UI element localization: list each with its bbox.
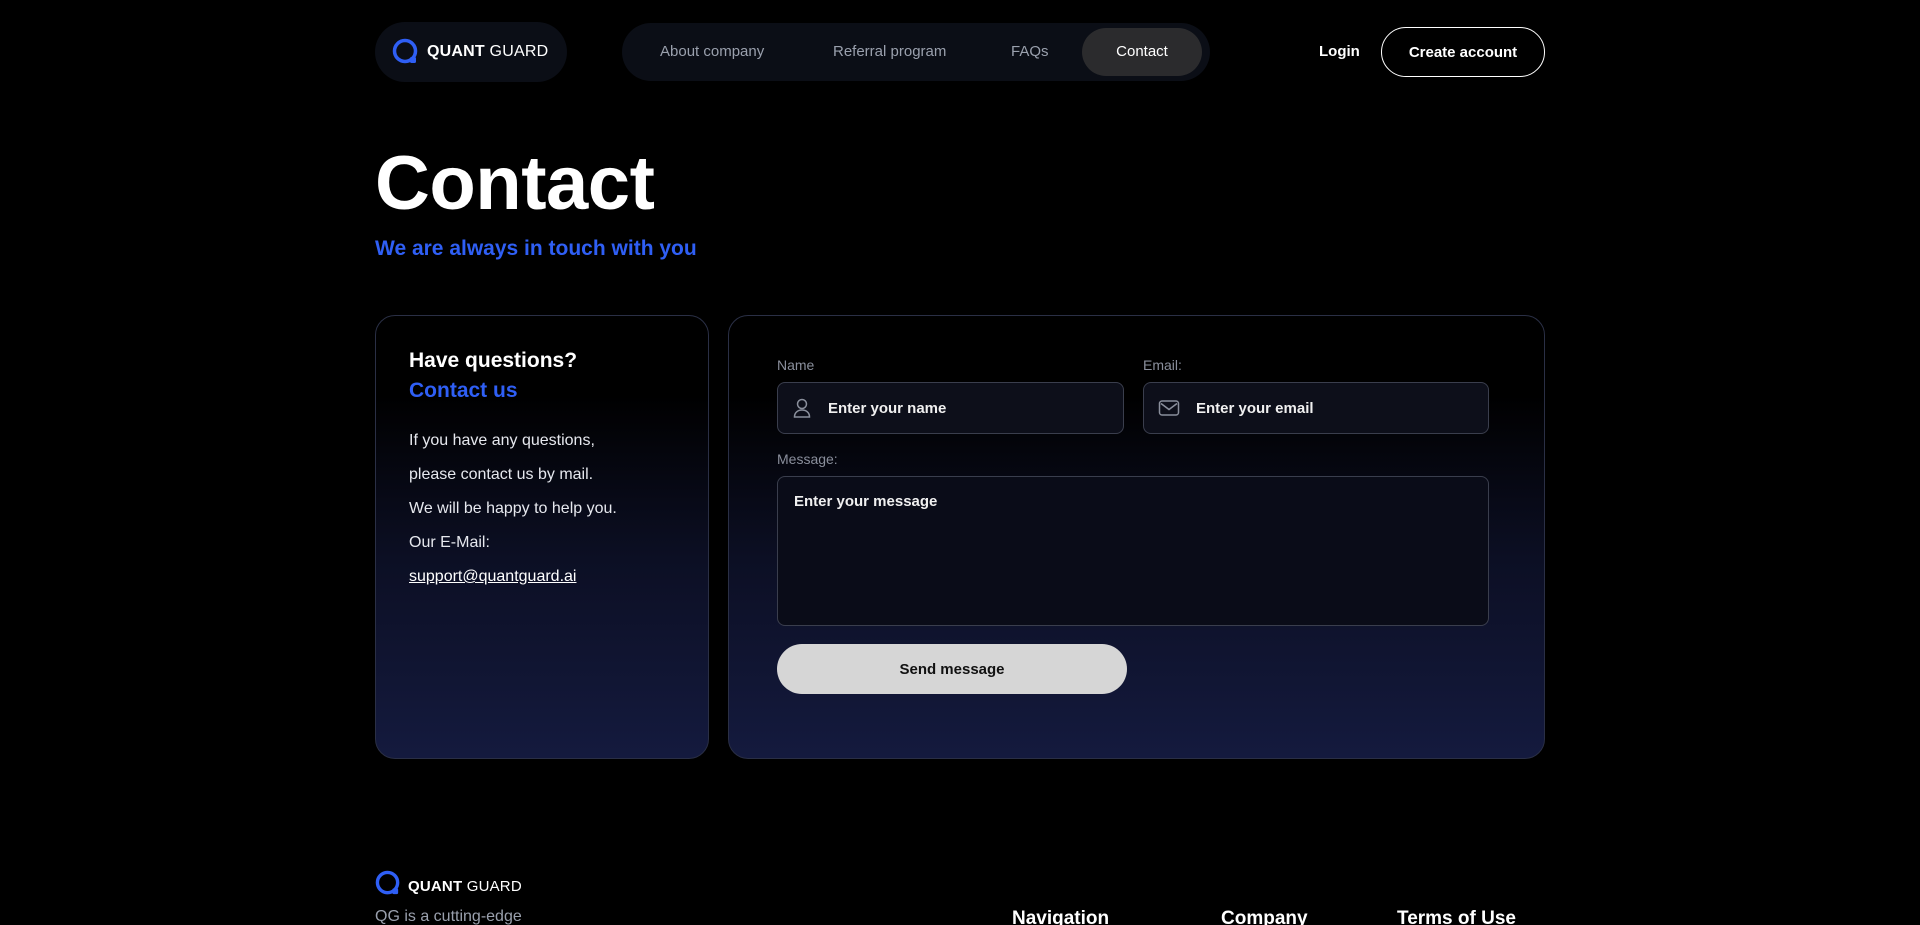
info-card-title: Have questions?: [409, 349, 578, 372]
nav-about-company[interactable]: About company: [660, 23, 764, 81]
name-input[interactable]: [828, 399, 1088, 417]
page-title: Contact: [375, 141, 655, 226]
site-header: QUANT GUARD About company Referral progr…: [375, 22, 1545, 82]
mail-icon: [1158, 399, 1180, 417]
footer-logo[interactable]: QUANT GUARD: [375, 870, 522, 902]
info-card-text: If you have any questions, please contac…: [409, 424, 617, 594]
footer-description: QG is a cutting-edge: [375, 908, 522, 925]
footer-heading-navigation: Navigation: [1012, 908, 1110, 925]
footer-logo-text: QUANT GUARD: [408, 877, 522, 895]
name-label: Name: [777, 357, 815, 373]
email-label: Email:: [1143, 357, 1182, 373]
message-label: Message:: [777, 451, 838, 467]
nav-contact[interactable]: Contact: [1082, 28, 1202, 76]
login-link[interactable]: Login: [1319, 22, 1360, 82]
quantguard-logo-icon: [375, 870, 402, 902]
info-line: If you have any questions,: [409, 432, 595, 449]
email-input[interactable]: [1196, 399, 1456, 417]
quantguard-logo-icon: [392, 38, 420, 66]
info-line: Our E-Mail:: [409, 534, 490, 551]
message-textarea[interactable]: [778, 477, 1488, 625]
create-account-button[interactable]: Create account: [1381, 27, 1545, 77]
email-field-wrapper: [1143, 382, 1489, 434]
footer-heading-terms: Terms of Use: [1397, 908, 1516, 925]
info-line: We will be happy to help you.: [409, 500, 617, 517]
footer-heading-company: Company: [1221, 908, 1308, 925]
contact-info-card: Have questions? Contact us If you have a…: [375, 315, 709, 759]
message-field-wrapper: [777, 476, 1489, 626]
info-card-subtitle: Contact us: [409, 379, 518, 402]
info-line: please contact us by mail.: [409, 466, 594, 483]
logo-text: QUANT GUARD: [427, 43, 549, 60]
contact-form-card: Name Email: Message: Send message: [728, 315, 1545, 759]
support-email-link[interactable]: support@quantguard.ai: [409, 568, 576, 585]
logo-link[interactable]: QUANT GUARD: [375, 22, 567, 82]
page-subtitle: We are always in touch with you: [375, 237, 697, 260]
nav-faqs[interactable]: FAQs: [1011, 23, 1049, 81]
user-icon: [792, 397, 812, 419]
send-message-button[interactable]: Send message: [777, 644, 1127, 694]
name-field-wrapper: [777, 382, 1124, 434]
main-nav: About company Referral program FAQs Cont…: [622, 23, 1210, 81]
nav-referral-program[interactable]: Referral program: [833, 23, 946, 81]
